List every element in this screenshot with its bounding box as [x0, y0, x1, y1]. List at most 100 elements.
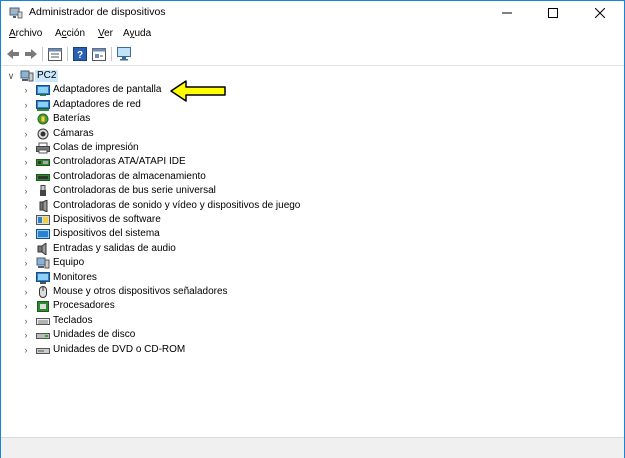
device-manager-window: Administrador de dispositivos Archivo Ac… — [0, 0, 625, 458]
properties-button[interactable] — [47, 46, 63, 62]
tree-item[interactable]: › Procesadores — [1, 299, 401, 313]
chevron-right-icon[interactable]: › — [22, 186, 30, 196]
tree-item-label: Adaptadores de pantalla — [53, 84, 162, 96]
chevron-right-icon[interactable]: › — [22, 273, 30, 283]
chevron-right-icon[interactable]: › — [22, 157, 30, 167]
tree-item-label: Baterías — [53, 113, 91, 125]
tree-item-label: Unidades de disco — [53, 329, 136, 341]
tree-item-label: Equipo — [53, 257, 85, 269]
back-button[interactable] — [5, 46, 21, 62]
chevron-right-icon[interactable]: › — [22, 345, 30, 355]
tree-item[interactable]: › Cámaras — [1, 127, 401, 141]
tree-item-label: Controladoras de almacenamiento — [53, 170, 206, 182]
scan-hardware-button[interactable] — [116, 46, 132, 62]
maximize-button[interactable] — [530, 1, 576, 25]
tree-item[interactable]: › Controladoras de almacenamiento — [1, 170, 401, 184]
battery-icon — [37, 113, 49, 125]
device-manager-app-icon — [9, 7, 23, 19]
tree-item[interactable]: › Controladoras de bus serie universal — [1, 184, 401, 198]
monitor-icon — [116, 47, 131, 61]
tree-item[interactable]: › Unidades de disco — [1, 328, 401, 342]
chevron-right-icon[interactable]: › — [22, 316, 30, 326]
tree-item-label: Procesadores — [53, 300, 115, 312]
minimize-icon — [502, 12, 512, 14]
forward-button[interactable] — [23, 46, 39, 62]
tree-item[interactable]: › Baterías — [1, 112, 401, 126]
chevron-right-icon[interactable]: › — [22, 129, 30, 139]
camera-icon — [37, 128, 49, 140]
tree-item-label: Adaptadores de red — [53, 98, 141, 110]
tree-item[interactable]: › Equipo — [1, 256, 401, 270]
keyboard-icon — [36, 317, 50, 325]
software-device-icon — [36, 215, 50, 225]
chevron-right-icon[interactable]: › — [22, 301, 30, 311]
toolbar-separator — [67, 47, 68, 61]
printer-icon — [36, 142, 50, 154]
chevron-right-icon[interactable]: › — [22, 201, 30, 211]
chevron-right-icon[interactable]: › — [22, 215, 30, 225]
menu-ver[interactable]: Ver — [98, 28, 113, 39]
view-button[interactable] — [91, 46, 107, 62]
processor-icon — [37, 301, 49, 313]
close-button[interactable] — [577, 1, 623, 25]
tree-item[interactable]: › Teclados — [1, 314, 401, 328]
tree-item-label: Controladoras de sonido y vídeo y dispos… — [53, 199, 301, 211]
tree-item[interactable]: › Entradas y salidas de audio — [1, 242, 401, 256]
display-adapter-icon — [36, 85, 50, 97]
system-device-icon — [36, 229, 50, 240]
tree-item[interactable]: › Mouse y otros dispositivos señaladores — [1, 285, 401, 299]
tree-item[interactable]: › Dispositivos de software — [1, 213, 401, 227]
tree-item[interactable]: › Controladoras ATA/ATAPI IDE — [1, 155, 401, 169]
audio-io-icon — [37, 242, 47, 255]
chevron-right-icon[interactable]: › — [22, 244, 30, 254]
chevron-right-icon[interactable]: › — [22, 287, 30, 297]
tree-item[interactable]: › Colas de impresión — [1, 141, 401, 155]
tree-item-label: Colas de impresión — [53, 142, 139, 153]
chevron-right-icon[interactable]: › — [22, 114, 30, 124]
tree-item-label: Monitores — [53, 271, 97, 283]
chevron-right-icon[interactable]: › — [22, 100, 30, 110]
chevron-right-icon[interactable]: › — [22, 85, 30, 95]
tree-item[interactable]: › Unidades de DVD o CD-ROM — [1, 343, 401, 357]
toolbar: ? — [1, 43, 624, 66]
device-tree: ∨ PC2 › Adaptadores de pantalla › Adaptadores… — [1, 66, 624, 436]
back-icon — [7, 49, 19, 59]
chevron-right-icon[interactable]: › — [22, 229, 30, 239]
help-icon: ? — [73, 47, 87, 61]
ide-controller-icon — [36, 159, 50, 167]
tree-item-label: Teclados — [53, 314, 93, 326]
properties-icon — [48, 47, 62, 61]
tree-item-label: Controladoras de bus serie universal — [53, 185, 216, 197]
usb-icon — [40, 185, 46, 197]
computer-icon — [36, 257, 50, 269]
title-bar: Administrador de dispositivos — [1, 1, 624, 25]
menu-bar: Archivo Acción Ver Ayuda — [1, 25, 624, 43]
chevron-right-icon[interactable]: › — [22, 258, 30, 268]
tree-item[interactable]: › Controladoras de sonido y vídeo y dispo… — [1, 199, 401, 213]
chevron-right-icon[interactable]: › — [22, 172, 30, 182]
chevron-down-icon[interactable]: ∨ — [7, 71, 15, 81]
window-title: Administrador de dispositivos — [29, 6, 166, 18]
tree-item-label: Unidades de DVD o CD-ROM — [53, 343, 186, 355]
disk-drive-icon — [36, 333, 50, 340]
tree-item-label: Dispositivos del sistema — [53, 228, 160, 240]
tree-item-label: Mouse y otros dispositivos señaladores — [53, 286, 228, 297]
monitor-icon — [36, 271, 50, 284]
menu-accion[interactable]: Acción — [55, 28, 85, 39]
tree-root-label: PC2 — [35, 70, 59, 82]
chevron-right-icon[interactable]: › — [22, 143, 30, 153]
toolbar-separator — [111, 47, 112, 61]
minimize-button[interactable] — [484, 1, 530, 25]
forward-icon — [25, 49, 37, 59]
tree-item[interactable]: › Dispositivos del sistema — [1, 227, 401, 241]
yellow-arrow-icon — [170, 80, 226, 102]
help-button[interactable]: ? — [72, 46, 88, 62]
close-icon — [595, 8, 605, 18]
tree-item[interactable]: › Monitores — [1, 271, 401, 285]
menu-ayuda[interactable]: Ayuda — [123, 28, 151, 39]
chevron-right-icon[interactable]: › — [22, 330, 30, 340]
dvd-drive-icon — [36, 347, 50, 354]
sound-icon — [39, 199, 48, 212]
menu-archivo[interactable]: Archivo — [9, 28, 42, 39]
status-bar — [1, 437, 624, 458]
